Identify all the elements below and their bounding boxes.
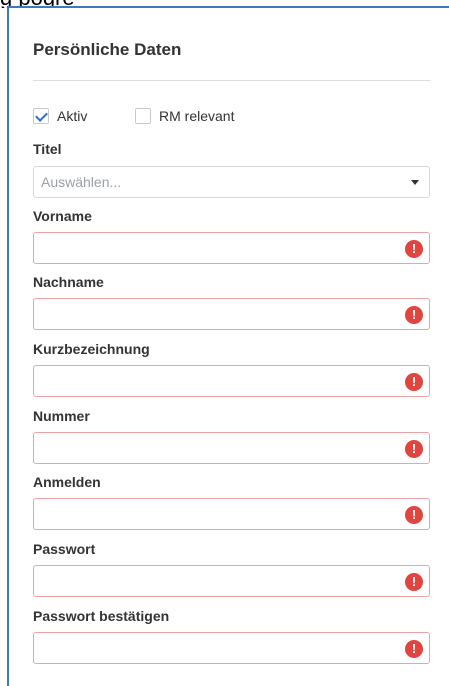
nummer-input[interactable]: ! <box>33 432 430 464</box>
nummer-label: Nummer <box>33 408 90 424</box>
active-checkbox-label: Aktiv <box>57 108 88 124</box>
error-icon: ! <box>405 573 423 591</box>
personal-data-panel: Persönliche Daten Aktiv RM relevant Tite… <box>7 6 449 686</box>
vorname-input[interactable]: ! <box>33 232 430 264</box>
chevron-down-icon <box>411 180 419 185</box>
kurzbezeichnung-input[interactable]: ! <box>33 365 430 397</box>
rm-relevant-checkbox-label: RM relevant <box>159 108 235 124</box>
active-checkbox[interactable] <box>33 108 49 124</box>
passwort-label: Passwort <box>33 541 96 557</box>
active-checkbox-row[interactable]: Aktiv <box>33 107 87 125</box>
nachname-input[interactable]: ! <box>33 298 430 330</box>
error-icon: ! <box>405 373 423 391</box>
rm-relevant-checkbox[interactable] <box>135 108 151 124</box>
titel-label: Titel <box>33 141 62 157</box>
error-icon: ! <box>405 506 423 524</box>
section-title: Persönliche Daten <box>33 40 182 59</box>
error-icon: ! <box>405 440 423 458</box>
title-divider <box>33 80 430 81</box>
error-icon: ! <box>405 240 423 258</box>
error-icon: ! <box>405 640 423 658</box>
nachname-label: Nachname <box>33 274 104 290</box>
titel-select[interactable]: Auswählen... <box>33 166 430 198</box>
passwort-input[interactable]: ! <box>33 565 430 597</box>
vorname-label: Vorname <box>33 208 92 224</box>
titel-placeholder: Auswählen... <box>41 174 122 190</box>
passwort-bestaetigen-input[interactable]: ! <box>33 632 430 664</box>
anmelden-input[interactable]: ! <box>33 498 430 530</box>
anmelden-label: Anmelden <box>33 474 101 490</box>
rm-relevant-checkbox-row[interactable]: RM relevant <box>135 107 234 125</box>
kurzbezeichnung-label: Kurzbezeichnung <box>33 341 150 357</box>
error-icon: ! <box>405 306 423 324</box>
passwort-bestaetigen-label: Passwort bestätigen <box>33 608 170 624</box>
